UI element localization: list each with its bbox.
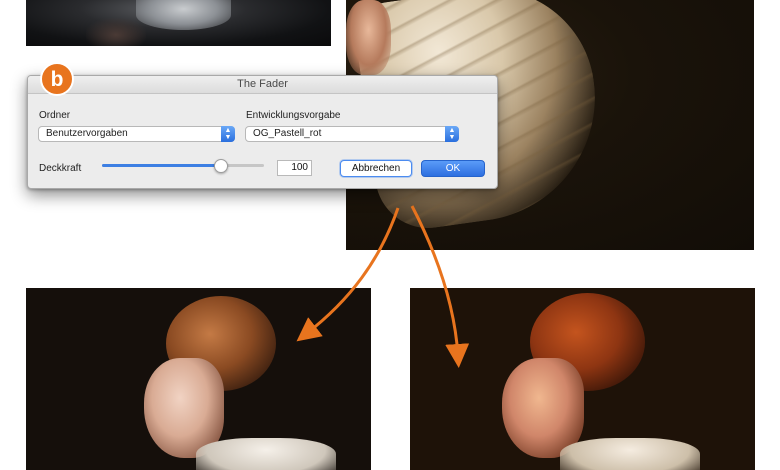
photo-top-left <box>26 0 331 46</box>
opacity-slider-thumb[interactable] <box>214 159 229 173</box>
popup-stepper-icon: ▲ ▼ <box>445 126 459 142</box>
folder-label: Ordner <box>39 110 71 121</box>
dialog-title: The Fader <box>28 76 497 94</box>
folder-value: Benutzervorgaben <box>46 128 128 139</box>
popup-stepper-icon: ▲ ▼ <box>221 126 235 142</box>
cancel-button[interactable]: Abbrechen <box>340 160 412 177</box>
fur-collar-shape <box>136 0 231 30</box>
opacity-slider-fill <box>102 164 221 167</box>
step-badge: b <box>40 62 74 96</box>
photo-bottom-left <box>26 288 371 470</box>
folder-popup[interactable]: Benutzervorgaben ▲ ▼ <box>38 126 235 142</box>
opacity-label: Deckkraft <box>39 163 82 174</box>
coat-shape <box>196 438 336 470</box>
opacity-slider[interactable] <box>102 159 264 173</box>
coat-shape <box>560 438 700 470</box>
opacity-input[interactable]: 100 <box>277 160 312 176</box>
hand-shape <box>346 0 391 75</box>
the-fader-dialog: The Fader Ordner Benutzervorgaben ▲ ▼ Ent… <box>27 75 498 189</box>
photo-bottom-right <box>410 288 755 470</box>
hand-shape <box>86 18 146 46</box>
ok-button[interactable]: OK <box>421 160 485 177</box>
preset-popup[interactable]: OG_Pastell_rot ▲ ▼ <box>245 126 459 142</box>
preset-label: Entwicklungsvorgabe <box>246 110 341 121</box>
preset-value: OG_Pastell_rot <box>253 128 322 139</box>
